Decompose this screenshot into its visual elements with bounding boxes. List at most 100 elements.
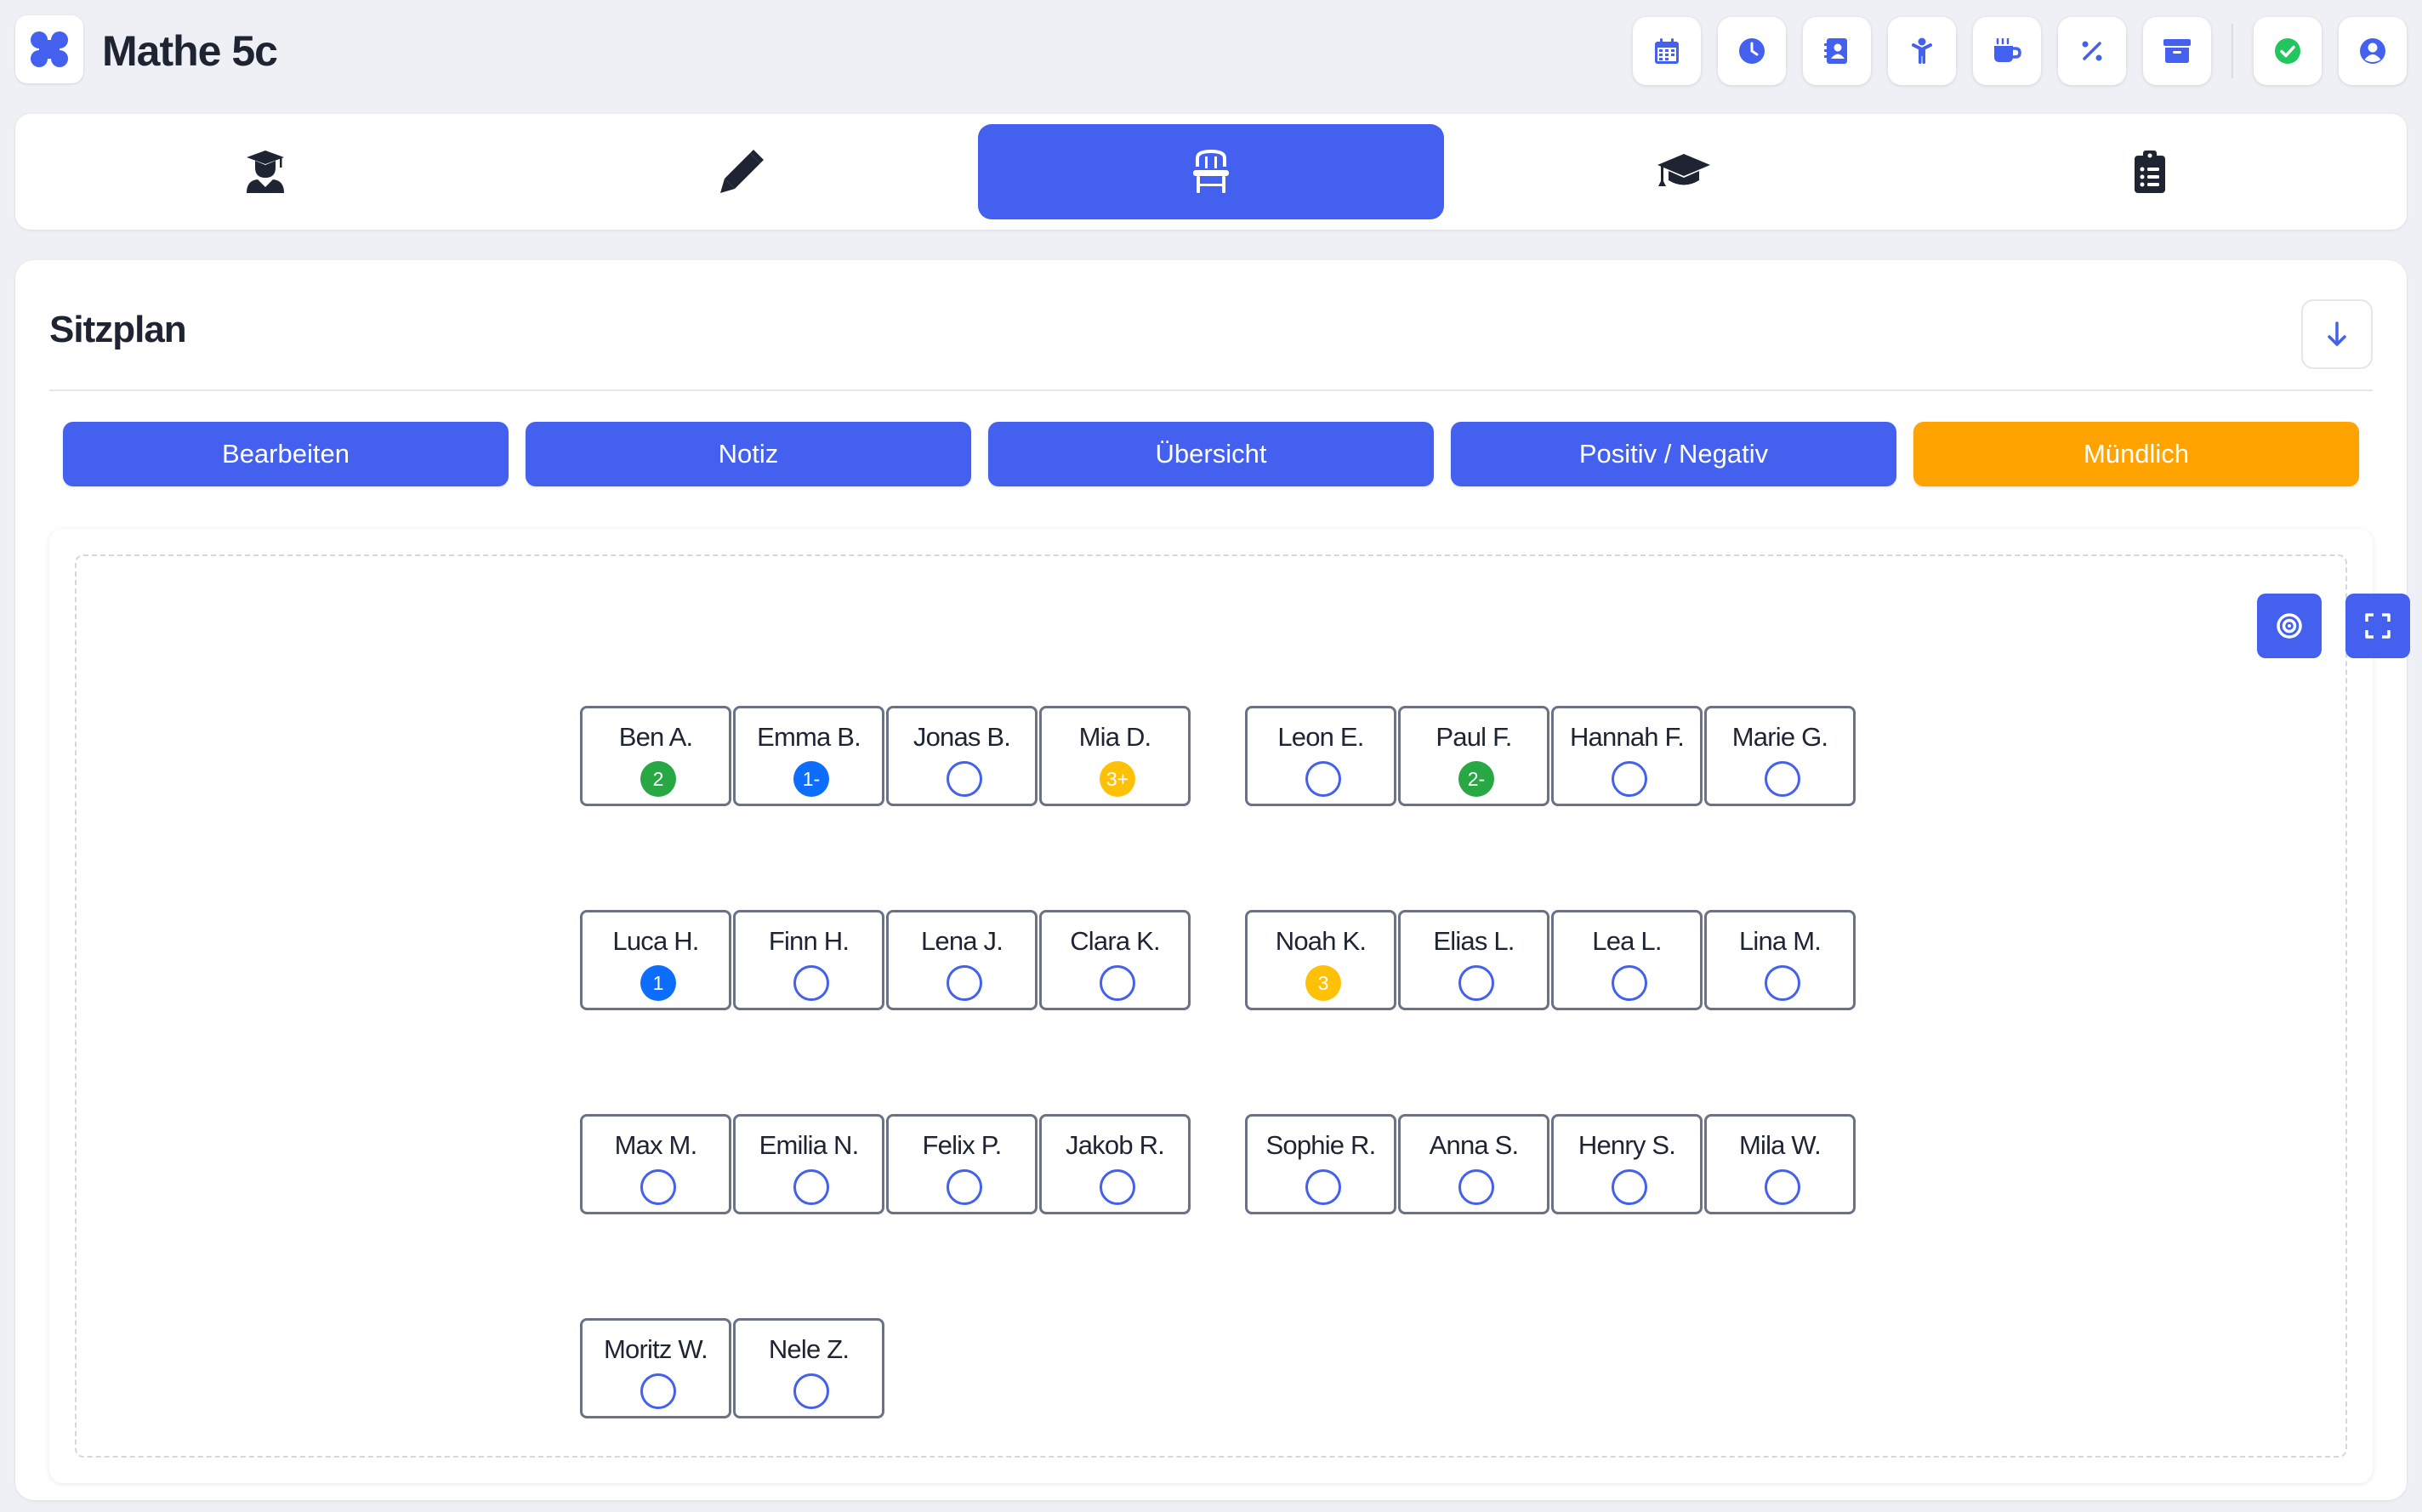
- apps-logo-icon: [31, 31, 68, 67]
- student-seat[interactable]: Noah K. 3: [1245, 910, 1396, 1010]
- grade-badge[interactable]: 3+: [1100, 761, 1135, 797]
- student-name: Sophie R.: [1265, 1130, 1377, 1160]
- child-button[interactable]: [1888, 17, 1956, 85]
- student-seat[interactable]: Marie G.: [1704, 706, 1856, 806]
- student-name: Anna S.: [1429, 1130, 1520, 1160]
- student-name: Lena J.: [920, 926, 1003, 956]
- empty-grade-circle[interactable]: [1458, 1169, 1494, 1205]
- empty-grade-circle[interactable]: [793, 1169, 829, 1205]
- empty-grade-circle[interactable]: [793, 1373, 829, 1409]
- student-seat[interactable]: Felix P.: [886, 1114, 1038, 1214]
- tab-notes[interactable]: [509, 124, 975, 219]
- student-name: Ben A.: [618, 722, 693, 752]
- tab-grades[interactable]: [1451, 124, 1917, 219]
- student-seat[interactable]: Henry S.: [1551, 1114, 1703, 1214]
- empty-grade-circle[interactable]: [1458, 965, 1494, 1001]
- student-seat[interactable]: Jakob R.: [1039, 1114, 1191, 1214]
- calendar-button[interactable]: [1633, 17, 1701, 85]
- mode-oral-button[interactable]: Mündlich: [1913, 422, 2359, 486]
- grade-badge[interactable]: 1: [640, 965, 676, 1001]
- grade-badge[interactable]: 2: [640, 761, 676, 797]
- break-button[interactable]: [1973, 17, 2041, 85]
- app-logo[interactable]: [15, 15, 83, 83]
- student-seat[interactable]: Finn H.: [733, 910, 884, 1010]
- student-name: Jonas B.: [913, 722, 1011, 752]
- seating-area: Ben A. 2 Emma B. 1- Jonas B. Mia D. 3+ Leon E. P…: [49, 529, 2410, 1483]
- student-seat[interactable]: Elias L.: [1398, 910, 1549, 1010]
- student-seat[interactable]: Mila W.: [1704, 1114, 1856, 1214]
- student-seat[interactable]: Lina M.: [1704, 910, 1856, 1010]
- tab-tasks[interactable]: [1917, 124, 2383, 219]
- student-name: Jakob R.: [1066, 1130, 1165, 1160]
- fullscreen-icon: [2365, 613, 2391, 639]
- student-name: Luca H.: [612, 926, 699, 956]
- tab-students[interactable]: [32, 124, 498, 219]
- empty-grade-circle[interactable]: [1100, 1169, 1135, 1205]
- empty-grade-circle[interactable]: [640, 1373, 676, 1409]
- student-seat[interactable]: Hannah F.: [1551, 706, 1703, 806]
- student-seat[interactable]: Anna S.: [1398, 1114, 1549, 1214]
- student-seat[interactable]: Clara K.: [1039, 910, 1191, 1010]
- student-seat[interactable]: Emilia N.: [733, 1114, 884, 1214]
- student-seat[interactable]: Nele Z.: [733, 1318, 884, 1418]
- sync-status-button[interactable]: [2254, 17, 2322, 85]
- grade-badge[interactable]: 2-: [1458, 761, 1494, 797]
- empty-grade-circle[interactable]: [1765, 761, 1800, 797]
- student-name: Marie G.: [1731, 722, 1828, 752]
- header-divider: [2232, 24, 2233, 78]
- empty-grade-circle[interactable]: [1612, 761, 1647, 797]
- clock-button[interactable]: [1718, 17, 1786, 85]
- student-seat[interactable]: Max M.: [580, 1114, 731, 1214]
- empty-grade-circle[interactable]: [947, 965, 982, 1001]
- student-seat[interactable]: Sophie R.: [1245, 1114, 1396, 1214]
- chair-icon: [1193, 150, 1229, 193]
- empty-grade-circle[interactable]: [1765, 1169, 1800, 1205]
- fullscreen-button[interactable]: [2345, 594, 2410, 658]
- mode-edit-button[interactable]: Bearbeiten: [63, 422, 509, 486]
- empty-grade-circle[interactable]: [640, 1169, 676, 1205]
- empty-grade-circle[interactable]: [947, 761, 982, 797]
- archive-button[interactable]: [2143, 17, 2211, 85]
- mode-overview-button[interactable]: Übersicht: [988, 422, 1434, 486]
- check-circle-icon: [2275, 38, 2300, 64]
- contacts-button[interactable]: [1803, 17, 1871, 85]
- empty-grade-circle[interactable]: [1612, 1169, 1647, 1205]
- clipboard-list-icon: [2135, 151, 2165, 193]
- target-button[interactable]: [2257, 594, 2322, 658]
- student-seat[interactable]: Mia D. 3+: [1039, 706, 1191, 806]
- empty-grade-circle[interactable]: [1612, 965, 1647, 1001]
- clock-icon: [1739, 38, 1765, 64]
- empty-grade-circle[interactable]: [947, 1169, 982, 1205]
- empty-grade-circle[interactable]: [1100, 965, 1135, 1001]
- profile-button[interactable]: [2339, 17, 2407, 85]
- student-seat[interactable]: Moritz W.: [580, 1318, 731, 1418]
- empty-grade-circle[interactable]: [1305, 1169, 1341, 1205]
- student-name: Hannah F.: [1569, 722, 1685, 752]
- student-name: Lea L.: [1592, 926, 1662, 956]
- student-name: Max M.: [614, 1130, 698, 1160]
- collapse-button[interactable]: [2301, 299, 2373, 369]
- student-name: Emma B.: [757, 722, 861, 752]
- student-seat[interactable]: Paul F. 2-: [1398, 706, 1549, 806]
- student-seat[interactable]: Luca H. 1: [580, 910, 731, 1010]
- empty-grade-circle[interactable]: [1305, 761, 1341, 797]
- student-seat[interactable]: Leon E.: [1245, 706, 1396, 806]
- student-name: Finn H.: [768, 926, 850, 956]
- student-name: Leon E.: [1277, 722, 1364, 752]
- student-seat[interactable]: Ben A. 2: [580, 706, 731, 806]
- calendar-icon: [1655, 38, 1679, 64]
- grade-badge[interactable]: 1-: [793, 761, 829, 797]
- mode-positive-negative-button[interactable]: Positiv / Negativ: [1451, 422, 1896, 486]
- arrow-down-icon: [2328, 321, 2346, 346]
- empty-grade-circle[interactable]: [1765, 965, 1800, 1001]
- student-seat[interactable]: Emma B. 1-: [733, 706, 884, 806]
- app-title: Mathe 5c: [102, 27, 278, 75]
- student-seat[interactable]: Lena J.: [886, 910, 1038, 1010]
- student-seat[interactable]: Lea L.: [1551, 910, 1703, 1010]
- percent-button[interactable]: [2058, 17, 2126, 85]
- mode-note-button[interactable]: Notiz: [526, 422, 971, 486]
- empty-grade-circle[interactable]: [793, 965, 829, 1001]
- grade-badge[interactable]: 3: [1305, 965, 1341, 1001]
- tab-seating[interactable]: [978, 124, 1444, 219]
- student-seat[interactable]: Jonas B.: [886, 706, 1038, 806]
